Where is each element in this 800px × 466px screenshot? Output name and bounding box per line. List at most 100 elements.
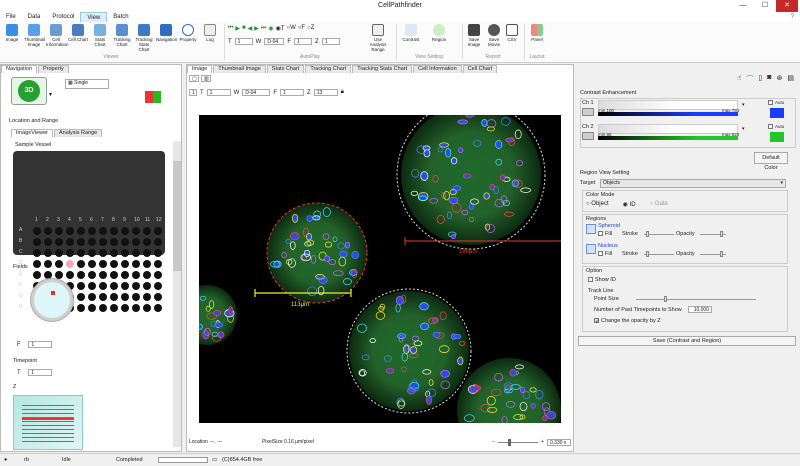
plate-well[interactable] bbox=[121, 238, 129, 246]
plate-well[interactable] bbox=[110, 260, 118, 268]
plate-well[interactable] bbox=[132, 238, 140, 246]
ch1-eye-icon[interactable] bbox=[582, 108, 594, 116]
region-draw-icon[interactable]: ⌒ bbox=[746, 74, 753, 84]
color-mode-object[interactable]: ○ Object bbox=[586, 201, 609, 208]
ch2-auto-checkbox[interactable] bbox=[768, 124, 773, 130]
plate-well[interactable] bbox=[154, 227, 162, 235]
plate-well[interactable] bbox=[88, 282, 96, 290]
tracking-stats-chart-button[interactable]: Tracking Stats Chart bbox=[134, 24, 154, 52]
spheroid-region-label[interactable]: Spheroid bbox=[598, 223, 620, 229]
plate-well[interactable] bbox=[33, 260, 41, 268]
channel-color-icon[interactable] bbox=[145, 91, 161, 103]
autoplay-f-input[interactable]: 1 bbox=[294, 38, 313, 45]
plate-well[interactable] bbox=[132, 249, 140, 257]
plate-well[interactable] bbox=[55, 238, 63, 246]
plate-well[interactable] bbox=[88, 271, 96, 279]
spheroid-stroke-thumb[interactable] bbox=[646, 231, 649, 237]
ch2-select[interactable]: ▾ bbox=[742, 126, 764, 132]
image-t-input[interactable]: 1 bbox=[206, 89, 231, 96]
z-stack-view[interactable] bbox=[13, 395, 83, 450]
tab-stats-chart[interactable]: Stats Chart bbox=[266, 65, 305, 73]
cell-information-button[interactable]: Cell Information bbox=[46, 24, 69, 47]
view-mode-dropdown-icon[interactable]: ▾ bbox=[49, 91, 52, 98]
plate-well[interactable] bbox=[121, 293, 129, 301]
plate-well[interactable] bbox=[132, 260, 140, 268]
plate-well[interactable] bbox=[66, 238, 74, 246]
plate-well[interactable] bbox=[44, 249, 52, 257]
left-scroll-thumb[interactable] bbox=[173, 161, 181, 271]
zoom-thumb[interactable] bbox=[508, 438, 512, 446]
ch1-color-swatch[interactable] bbox=[770, 108, 784, 118]
nucleus-eye-icon[interactable] bbox=[586, 244, 596, 254]
plate-well[interactable] bbox=[110, 238, 118, 246]
plate-well[interactable] bbox=[44, 238, 52, 246]
last-frame-icon[interactable]: ⏭ bbox=[261, 25, 266, 32]
plate-well[interactable] bbox=[66, 271, 74, 279]
plate-well[interactable] bbox=[55, 260, 63, 268]
first-frame-icon[interactable]: ⏮ bbox=[228, 25, 233, 32]
image-w-input[interactable]: D-04 bbox=[242, 89, 271, 96]
split-view-icon[interactable]: ▥ bbox=[201, 75, 211, 82]
ch2-max-value[interactable]: 628 bbox=[732, 132, 740, 137]
plate-well[interactable] bbox=[44, 227, 52, 235]
plate-well[interactable] bbox=[33, 227, 41, 235]
menu-view[interactable]: View bbox=[80, 12, 108, 22]
nucleus-opacity-thumb[interactable] bbox=[720, 251, 723, 257]
tab-image[interactable]: Image bbox=[187, 65, 213, 73]
default-color-button[interactable]: Default Color bbox=[754, 152, 788, 171]
spheroid-opacity-thumb[interactable] bbox=[720, 231, 723, 237]
spheroid-fill[interactable]: Fill bbox=[598, 231, 612, 237]
plate-well[interactable] bbox=[55, 249, 63, 257]
tab-imageviewer[interactable]: ImageViewer bbox=[11, 129, 53, 137]
plate-well[interactable] bbox=[154, 238, 162, 246]
menu-data[interactable]: Data bbox=[22, 12, 47, 22]
plate-well[interactable] bbox=[33, 249, 41, 257]
plate-well[interactable] bbox=[99, 238, 107, 246]
plate-well[interactable] bbox=[110, 293, 118, 301]
save-doc-icon[interactable]: ▯ bbox=[758, 74, 762, 84]
log-button[interactable]: Log bbox=[200, 24, 220, 42]
save-contrast-region-button[interactable]: Save (Contrast and Region) bbox=[578, 336, 796, 346]
field-map[interactable] bbox=[31, 279, 73, 321]
ch1-auto[interactable]: Auto bbox=[768, 100, 784, 106]
plate-well[interactable] bbox=[154, 249, 162, 257]
image-f-input[interactable]: 1 bbox=[280, 89, 305, 96]
point-size-slider[interactable] bbox=[636, 296, 756, 302]
save-image-button[interactable]: Save Image bbox=[464, 24, 484, 47]
nucleus-opacity-slider[interactable] bbox=[700, 251, 726, 257]
change-opacity-checkbox[interactable]: ✓ bbox=[594, 318, 600, 325]
left-scrollbar[interactable] bbox=[173, 141, 181, 447]
menu-protocol[interactable]: Protocol bbox=[46, 12, 80, 22]
plate-well[interactable] bbox=[154, 271, 162, 279]
navigation-button[interactable]: Navigation bbox=[156, 24, 177, 42]
plate-well[interactable] bbox=[77, 293, 85, 301]
ch2-eye-icon[interactable] bbox=[582, 132, 594, 140]
csv-icon[interactable]: ▤ bbox=[787, 74, 794, 84]
plate-well[interactable] bbox=[154, 293, 162, 301]
plate-well[interactable] bbox=[143, 282, 151, 290]
help-icon[interactable]: ? bbox=[785, 12, 800, 22]
radio-w[interactable]: ○W bbox=[286, 25, 295, 32]
plate-well[interactable] bbox=[143, 260, 151, 268]
tab-property[interactable]: Property bbox=[38, 65, 69, 73]
plate-well[interactable] bbox=[132, 304, 140, 312]
plate-well[interactable] bbox=[154, 282, 162, 290]
tab-thumbnail-image[interactable]: Thumbnail Image bbox=[213, 65, 266, 73]
menu-file[interactable]: File bbox=[0, 12, 22, 22]
tab-cell-chart[interactable]: Cell Chart bbox=[462, 65, 498, 73]
contrast-button[interactable]: Contrast bbox=[400, 24, 422, 42]
plate-well[interactable] bbox=[77, 249, 85, 257]
zoom-out-icon[interactable]: − bbox=[492, 439, 495, 445]
point-size-thumb[interactable] bbox=[664, 296, 667, 302]
plate-well[interactable] bbox=[99, 271, 107, 279]
plate-well[interactable] bbox=[55, 271, 63, 279]
image-z-input[interactable]: 13 bbox=[313, 89, 338, 96]
nucleus-region-label[interactable]: Nucleus bbox=[598, 243, 618, 249]
property-button[interactable]: Property bbox=[178, 24, 198, 42]
plate-well[interactable] bbox=[99, 293, 107, 301]
plate-well[interactable] bbox=[132, 227, 140, 235]
microscopy-image[interactable]: 180μm 113μm bbox=[177, 100, 561, 462]
radio-t[interactable]: ◉T bbox=[276, 25, 285, 32]
plate-well[interactable] bbox=[143, 249, 151, 257]
plate-well[interactable] bbox=[77, 227, 85, 235]
